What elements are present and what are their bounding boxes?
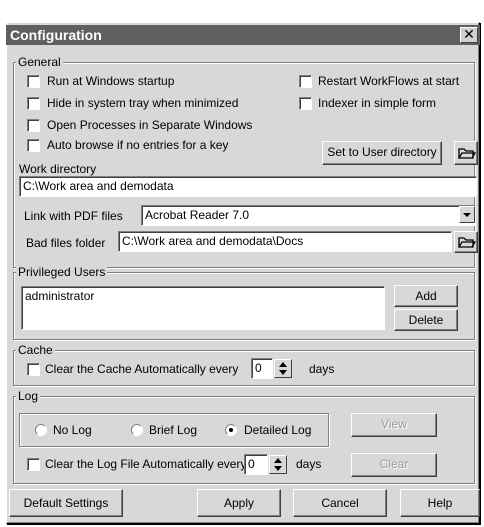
pdf-link-dropdown[interactable]: Acrobat Reader 7.0 [141,205,476,226]
no-log-radio[interactable] [35,424,47,436]
cache-days-input[interactable]: 0 [251,358,273,379]
no-log-label[interactable]: No Log [53,423,92,437]
arrow-down-icon[interactable] [274,466,282,471]
apply-button[interactable]: Apply [197,489,281,517]
set-user-directory-button[interactable]: Set to User directory [322,141,442,165]
indexer-simple-checkbox[interactable] [299,97,312,110]
pdf-link-label: Link with PDF files [24,209,123,223]
default-settings-button[interactable]: Default Settings [9,489,123,517]
cache-days-unit: days [309,362,335,376]
log-days-unit: days [296,457,322,471]
help-button[interactable]: Help [400,489,480,517]
clear-log-label[interactable]: Clear the Log File Automatically every [45,457,246,471]
auto-browse-label[interactable]: Auto browse if no entries for a key [47,138,228,152]
log-days-stepper[interactable] [269,455,287,474]
log-days-input[interactable]: 0 [244,454,268,475]
run-at-startup-checkbox[interactable] [27,75,40,88]
add-user-button[interactable]: Add [394,285,458,307]
run-at-startup-label[interactable]: Run at Windows startup [47,74,174,88]
detailed-log-radio[interactable] [225,424,237,436]
open-separate-label[interactable]: Open Processes in Separate Windows [47,118,252,132]
privileged-users-legend: Privileged Users [16,265,108,279]
close-icon[interactable]: ✕ [460,27,478,43]
hide-in-tray-checkbox[interactable] [27,97,40,110]
title-bar: Configuration ✕ [6,25,480,45]
delete-user-button[interactable]: Delete [394,309,458,331]
chevron-down-icon[interactable] [459,206,475,223]
bad-files-folder-icon[interactable] [454,231,478,253]
work-directory-field[interactable]: C:\Work area and demodata [19,176,477,197]
brief-log-label[interactable]: Brief Log [149,423,197,437]
arrow-up-icon[interactable] [274,458,282,463]
folder-open-icon[interactable] [454,141,478,165]
cache-days-stepper[interactable] [274,359,292,378]
indexer-simple-label[interactable]: Indexer in simple form [318,96,436,110]
bad-files-field[interactable]: C:\Work area and demodata\Docs [118,231,452,252]
view-log-button[interactable]: View [351,413,437,437]
clear-cache-label[interactable]: Clear the Cache Automatically every [45,362,238,376]
arrow-down-icon[interactable] [279,370,287,375]
cache-legend: Cache [16,343,55,357]
brief-log-radio[interactable] [131,424,143,436]
clear-log-button[interactable]: Clear [351,453,437,477]
cancel-button[interactable]: Cancel [293,489,387,517]
hide-in-tray-label[interactable]: Hide in system tray when minimized [47,96,238,110]
clear-log-checkbox[interactable] [27,458,40,471]
cancel-label: Cancel [321,496,359,510]
list-item[interactable]: administrator [25,289,381,303]
work-directory-label: Work directory [19,162,97,176]
arrow-up-icon[interactable] [279,362,287,367]
restart-workflows-checkbox[interactable] [299,75,312,88]
help-label: Help [427,496,453,510]
pdf-link-value: Acrobat Reader 7.0 [145,208,250,222]
window-title: Configuration [10,27,102,43]
general-legend: General [16,55,63,69]
bad-files-label: Bad files folder [26,236,106,250]
log-legend: Log [16,389,41,403]
restart-workflows-label[interactable]: Restart WorkFlows at start [318,74,459,88]
clear-cache-checkbox[interactable] [27,363,40,376]
detailed-log-label[interactable]: Detailed Log [244,423,311,437]
apply-label: Apply [223,496,255,510]
open-separate-checkbox[interactable] [27,119,40,132]
auto-browse-checkbox[interactable] [27,139,40,152]
privileged-users-list[interactable]: administrator [21,286,385,330]
